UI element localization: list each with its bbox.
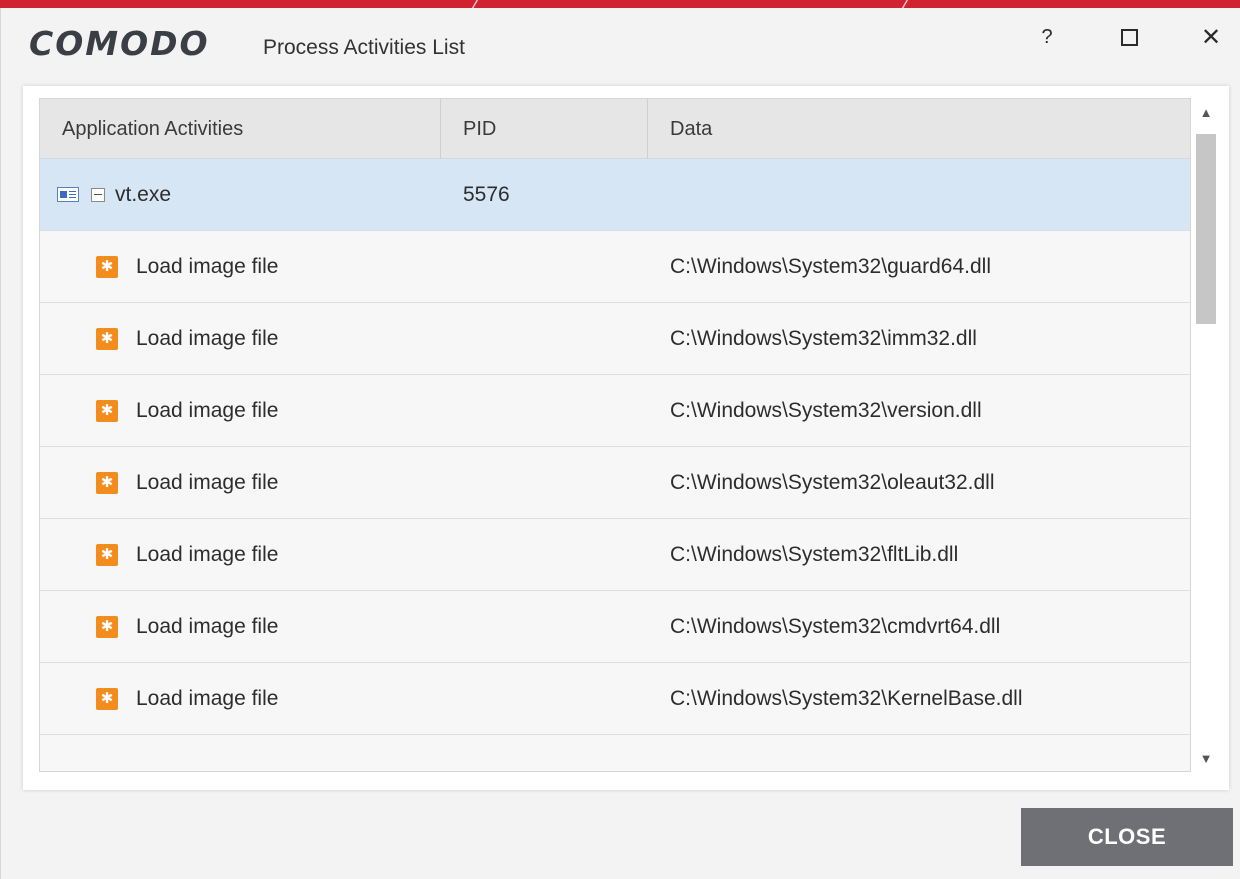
maximize-button[interactable]: [1109, 20, 1149, 54]
scroll-down-icon[interactable]: ▼: [1193, 744, 1219, 772]
activity-data: C:\Windows\System32\cmdvrt64.dll: [670, 614, 1001, 638]
activity-cell: ✱ Load image file: [40, 255, 441, 279]
activity-label: Load image file: [136, 470, 279, 494]
activity-cell: ✱ Load image file: [40, 327, 441, 351]
activity-label: Load image file: [136, 326, 279, 350]
activity-data: C:\Windows\System32\guard64.dll: [670, 254, 991, 278]
activity-cell: ✱ Load image file: [40, 687, 441, 711]
title-bar: COMODO Process Activities List ? ✕: [1, 8, 1240, 84]
activity-label: Load image file: [136, 686, 279, 710]
close-button[interactable]: CLOSE: [1021, 808, 1233, 866]
activity-data: C:\Windows\System32\version.dll: [670, 398, 982, 422]
activities-table: Application Activities PID Data vt.exe 5…: [39, 98, 1191, 772]
activity-cell: ✱ Load image file: [40, 615, 441, 639]
gear-activity-icon: ✱: [96, 255, 118, 278]
process-row[interactable]: vt.exe 5576: [40, 159, 1190, 231]
gear-activity-icon: ✱: [96, 615, 118, 638]
accent-notch: [465, 0, 485, 8]
activity-data: C:\Windows\System32\KernelBase.dll: [670, 686, 1023, 710]
column-header-application-activities[interactable]: Application Activities: [40, 99, 441, 159]
table-row[interactable]: ✱ Load image file C:\Windows\System32\im…: [40, 303, 1190, 375]
gear-activity-icon: ✱: [96, 471, 118, 494]
column-header-data[interactable]: Data: [648, 99, 1190, 159]
gear-activity-icon: ✱: [96, 399, 118, 422]
activity-cell: ✱ Load image file: [40, 399, 441, 423]
activity-cell: ✱ Load image file: [40, 543, 441, 567]
table-row[interactable]: ✱ Load image file C:\Windows\System32\fl…: [40, 519, 1190, 591]
table-row[interactable]: ✱ Load image file C:\Windows\System32\ol…: [40, 447, 1190, 519]
activities-panel: Application Activities PID Data vt.exe 5…: [23, 86, 1229, 790]
table-row[interactable]: ✱ Load image file C:\Windows\System32\Ke…: [40, 663, 1190, 735]
process-cell: vt.exe: [40, 183, 441, 207]
column-header-pid[interactable]: PID: [441, 99, 648, 159]
scroll-thumb[interactable]: [1196, 134, 1216, 324]
table-row[interactable]: ✱ Load image file C:\Windows\System32\gu…: [40, 231, 1190, 303]
activity-label: Load image file: [136, 398, 279, 422]
process-activities-dialog: COMODO Process Activities List ? ✕ Appli…: [0, 8, 1240, 879]
process-name: vt.exe: [115, 182, 172, 206]
activity-label: Load image file: [136, 614, 279, 638]
window-top-accent-strip: [0, 0, 1240, 8]
process-window-icon: [57, 187, 79, 202]
gear-activity-icon: ✱: [96, 543, 118, 566]
accent-notch: [895, 0, 915, 8]
activity-data: C:\Windows\System32\oleaut32.dll: [670, 470, 995, 494]
vertical-scrollbar[interactable]: ▲ ▼: [1193, 98, 1219, 772]
table-row[interactable]: ✱ Load image file C:\Windows\System32\ve…: [40, 375, 1190, 447]
dialog-title: Process Activities List: [263, 36, 465, 59]
gear-activity-icon: ✱: [96, 327, 118, 350]
activity-data: C:\Windows\System32\imm32.dll: [670, 326, 977, 350]
help-button[interactable]: ?: [1027, 20, 1067, 54]
help-icon: ?: [1041, 25, 1053, 48]
collapse-minus-icon[interactable]: [91, 187, 105, 202]
close-icon: ✕: [1200, 23, 1222, 51]
activity-data: C:\Windows\System32\fltLib.dll: [670, 542, 959, 566]
activity-cell: ✱ Load image file: [40, 471, 441, 495]
activity-label: Load image file: [136, 254, 279, 278]
window-close-button[interactable]: ✕: [1191, 20, 1231, 54]
activity-label: Load image file: [136, 542, 279, 566]
table-header: Application Activities PID Data: [40, 99, 1190, 159]
comodo-logo: COMODO: [29, 24, 210, 63]
table-row[interactable]: ✱ Load image file C:\Windows\System32\cm…: [40, 591, 1190, 663]
maximize-icon: [1120, 28, 1138, 46]
process-pid: 5576: [463, 182, 510, 206]
scroll-up-icon[interactable]: ▲: [1193, 98, 1219, 126]
gear-activity-icon: ✱: [96, 687, 118, 710]
